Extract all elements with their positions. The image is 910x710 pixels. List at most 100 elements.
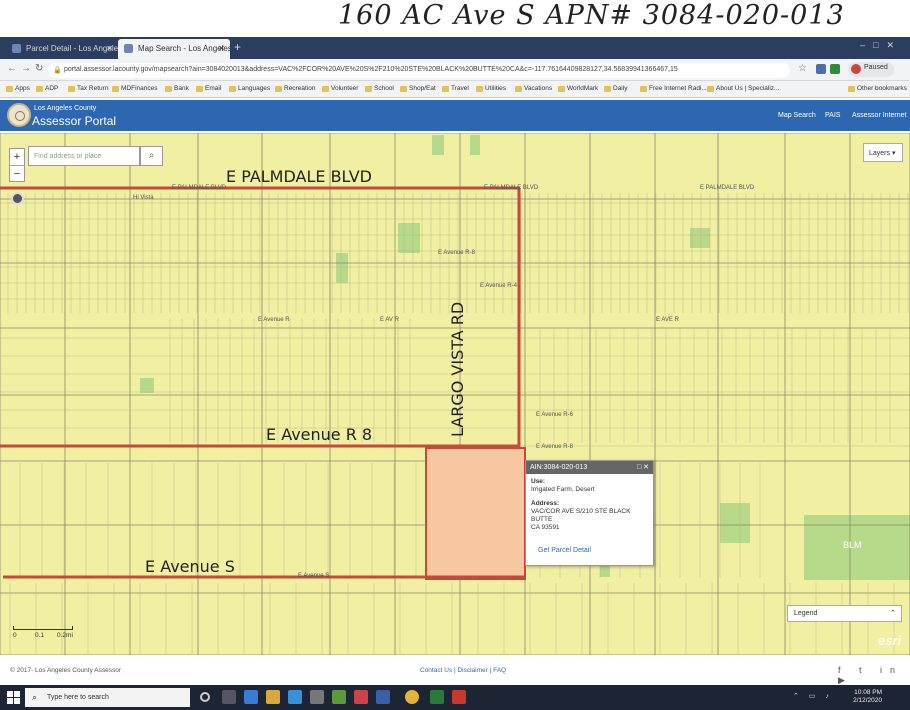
bookmark-apps[interactable]: Apps (6, 85, 30, 92)
blm-label: BLM (843, 540, 862, 550)
browser-tabbar: Parcel Detail - Los Angeles Coun ✕ Map S… (0, 37, 910, 59)
bookmark-utilities[interactable]: Utilities (476, 85, 506, 92)
popup-ain: AIN:3084-020-013 (530, 464, 588, 471)
calculator-icon[interactable] (310, 690, 324, 704)
bookmark-worldmark[interactable]: WorldMark (558, 85, 598, 92)
popup-window-icons[interactable]: □ ✕ (637, 463, 649, 471)
popup-use-value: Irrigated Farm, Desert (531, 486, 595, 493)
store-icon[interactable] (288, 690, 302, 704)
clock-date: 2/12/2020 (853, 697, 882, 704)
task-view-icon[interactable] (222, 690, 236, 704)
tab-parcel-detail[interactable]: Parcel Detail - Los Angeles Coun ✕ (6, 39, 118, 59)
street-label: E PALMDALE BLVD (700, 185, 755, 191)
edge-icon[interactable] (244, 690, 258, 704)
new-tab-icon[interactable]: + (234, 40, 241, 54)
green-area (720, 503, 750, 543)
zoom-in-button[interactable]: + (10, 149, 24, 165)
street-label: E Avenue R-4 (480, 283, 517, 289)
file-explorer-icon[interactable] (266, 690, 280, 704)
forward-icon[interactable]: → (21, 63, 31, 74)
window-controls[interactable]: –□✕ (860, 40, 902, 51)
taskbar-search[interactable]: ⌕ Type here to search (25, 688, 190, 707)
place-label: Hi Vista (133, 195, 154, 201)
social-icons[interactable]: f t in ▶ (838, 665, 910, 686)
zoom-out-button[interactable]: − (10, 165, 24, 182)
street-label: E Avenue R (258, 317, 290, 323)
bookmark-shop-eat[interactable]: Shop/Eat (400, 85, 436, 92)
nav-pais[interactable]: PAIS (825, 112, 840, 119)
locate-icon[interactable] (11, 192, 24, 205)
lock-icon: 🔒 (53, 67, 62, 74)
popup-address-line2: CA 93591 (531, 524, 560, 531)
star-icon[interactable]: ☆ (798, 63, 807, 74)
legend-panel[interactable]: Legend ⌃ (787, 605, 902, 622)
popup-body: Use: Irrigated Farm, Desert Address: VAC… (526, 474, 653, 536)
system-tray-icons[interactable]: ⌃ ▭ ♪ (793, 692, 833, 700)
close-tab-icon[interactable]: ✕ (106, 44, 113, 53)
portal-subtitle: Los Angeles County (34, 105, 97, 112)
bookmark-about-us[interactable]: About Us | Specializ... (707, 85, 779, 92)
bookmark-free-internet-radio[interactable]: Free Internet Radi... (640, 85, 707, 92)
cortana-icon[interactable] (200, 692, 210, 702)
nav-map-search[interactable]: Map Search (778, 112, 816, 119)
green-area (690, 228, 710, 248)
street-label: E Avenue S (298, 573, 330, 579)
tab-label: Parcel Detail - Los Angeles Coun (26, 44, 118, 53)
extension-check-icon[interactable] (830, 64, 840, 74)
bookmark-email[interactable]: Email (196, 85, 221, 92)
back-icon[interactable]: ← (7, 63, 17, 74)
chrome-icon[interactable] (405, 690, 419, 704)
close-tab-icon[interactable]: ✕ (218, 44, 225, 53)
bookmark-daily[interactable]: Daily (604, 85, 627, 92)
acrobat-icon[interactable] (452, 690, 466, 704)
bookmark-mdfinances[interactable]: MDFinances (112, 85, 157, 92)
reload-icon[interactable]: ↻ (35, 63, 43, 74)
url-text: portal.assessor.lacounty.gov/mapsearch?a… (64, 66, 678, 73)
green-area (336, 253, 348, 283)
scale-label: 0.1 (35, 632, 45, 639)
popup-use-label: Use: (531, 478, 546, 485)
tab-map-search[interactable]: Map Search - Los Angeles Coun ✕ (118, 39, 230, 59)
bookmark-recreation[interactable]: Recreation (275, 85, 315, 92)
windows-start-icon[interactable] (7, 691, 20, 704)
scale-label: 0.2mi (57, 632, 73, 639)
bookmark-vacations[interactable]: Vacations (515, 85, 552, 92)
taskbar-search-placeholder: Type here to search (47, 694, 109, 701)
bookmark-travel[interactable]: Travel (442, 85, 469, 92)
bookmark-school[interactable]: School (365, 85, 394, 92)
clock-time: 10:08 PM (854, 689, 882, 696)
word-icon[interactable] (376, 690, 390, 704)
bookmark-tax-return[interactable]: Tax Return (68, 85, 108, 92)
bookmark-volunteer[interactable]: Volunteer (322, 85, 358, 92)
layers-button[interactable]: Layers ▾ (863, 143, 903, 162)
handwritten-largo-label: LARGO VISTA RD (448, 301, 467, 437)
extension-icon[interactable] (816, 64, 826, 74)
search-icon[interactable]: ⌕ (140, 146, 163, 166)
profile-button[interactable]: Paused (848, 62, 894, 77)
url-field[interactable]: 🔒 portal.assessor.lacounty.gov/mapsearch… (48, 63, 790, 78)
bookmark-other[interactable]: Other bookmarks (848, 85, 907, 92)
bookmark-adp[interactable]: ADP (36, 85, 58, 92)
parcel-popup: AIN:3084-020-013 □ ✕ Use: Irrigated Farm… (525, 460, 654, 566)
search-icon: ⌕ (32, 692, 38, 702)
bookmark-bank[interactable]: Bank (165, 85, 189, 92)
chevron-up-icon: ⌃ (890, 610, 896, 617)
footer-links[interactable]: Contact Us | Disclaimer | FAQ (420, 667, 506, 674)
taskbar: ⌕ Type here to search ⌃ ▭ ♪ 10:08 PM 2/1… (0, 685, 910, 710)
app-icon[interactable] (354, 690, 368, 704)
clock[interactable]: 10:08 PM 2/12/2020 (853, 689, 882, 705)
excel-icon[interactable] (430, 690, 444, 704)
app-icon[interactable] (332, 690, 346, 704)
portal-title: Assessor Portal (32, 114, 117, 128)
nav-assessor-internet[interactable]: Assessor Internet (852, 112, 906, 119)
green-area (432, 135, 444, 155)
map-search-input[interactable]: Find address or place (28, 146, 140, 166)
page-footer: © 2017- Los Angeles County Assessor Cont… (0, 662, 910, 685)
handwritten-avenue-r8-label: E Avenue R 8 (266, 425, 373, 444)
bookmark-languages[interactable]: Languages (229, 85, 270, 92)
portal-header: Los Angeles County Assessor Portal Map S… (0, 100, 910, 131)
address-bar: ← → ↻ 🔒 portal.assessor.lacounty.gov/map… (0, 59, 910, 81)
get-parcel-detail-link[interactable]: Get Parcel Detail (538, 547, 591, 554)
scale-line (13, 626, 73, 630)
selected-parcel[interactable] (425, 447, 526, 580)
